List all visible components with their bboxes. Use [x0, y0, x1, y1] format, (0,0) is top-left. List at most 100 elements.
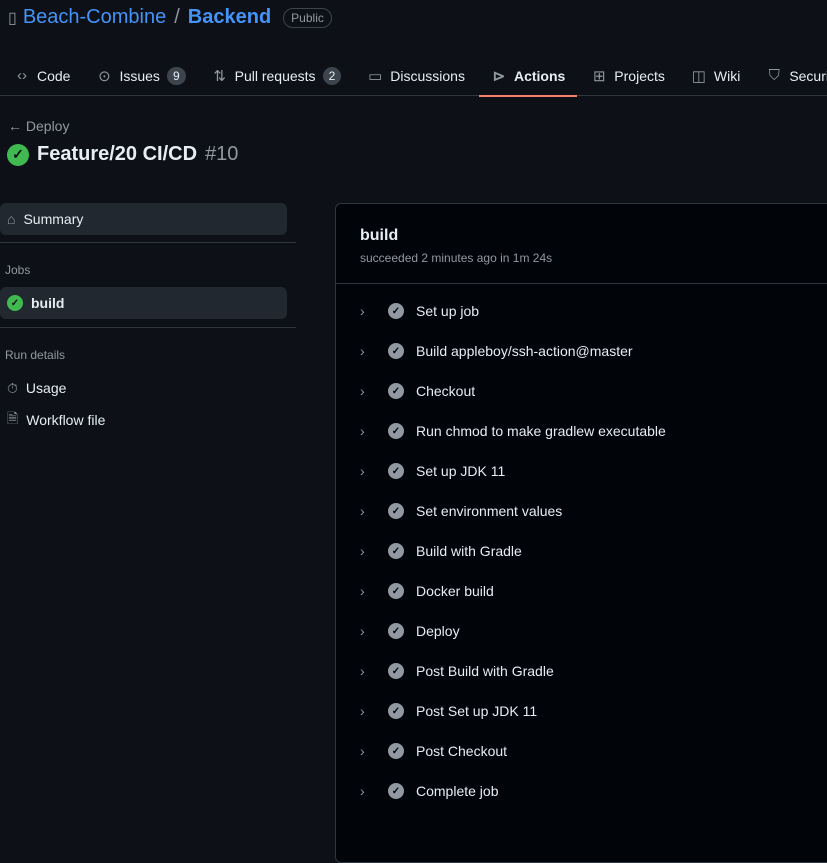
tab-label: Security [789, 67, 827, 84]
chevron-right-icon[interactable]: › [360, 463, 376, 479]
step-success-icon: ✓ [388, 583, 404, 599]
step-row[interactable]: › ✓ Complete job [360, 779, 499, 803]
step-row[interactable]: › ✓ Checkout [360, 379, 475, 403]
tab-discussions[interactable]: ▭ Discussions [353, 56, 477, 96]
job-panel: build succeeded 2 minutes ago in 1m 24s … [335, 203, 827, 863]
step-success-icon: ✓ [388, 623, 404, 639]
step-row[interactable]: › ✓ Run chmod to make gradlew executable [360, 419, 666, 443]
step-name: Post Checkout [416, 743, 508, 759]
step-success-icon: ✓ [388, 543, 404, 559]
chevron-right-icon[interactable]: › [360, 383, 376, 399]
run-number: #10 [205, 143, 239, 165]
step-row[interactable]: › ✓ Set environment values [360, 499, 562, 523]
chevron-right-icon[interactable]: › [360, 783, 376, 799]
tab-pull-requests[interactable]: ⇅ Pull requests 2 [198, 56, 354, 96]
step-success-icon: ✓ [388, 663, 404, 679]
play-icon: ⊳ [492, 67, 506, 85]
step-row[interactable]: › ✓ Build with Gradle [360, 539, 522, 563]
tab-label: Actions [513, 67, 566, 84]
divider [336, 283, 827, 284]
chevron-right-icon[interactable]: › [360, 503, 376, 519]
sidebar-item-usage[interactable]: ⏱ Usage [0, 372, 287, 404]
tab-security[interactable]: ⛉ Security [752, 56, 827, 96]
job-status: succeeded 2 minutes ago in 1m 24s [360, 251, 553, 265]
jobs-heading: Jobs [5, 263, 31, 277]
step-name: Docker build [416, 583, 494, 599]
tab-code[interactable]: ‹› Code [0, 56, 82, 96]
repo-header: ▯ Beach-Combine / Backend Public [8, 6, 332, 29]
repo-owner-link[interactable]: Beach-Combine [23, 6, 166, 29]
step-row[interactable]: › ✓ Set up job [360, 299, 479, 323]
step-row[interactable]: › ✓ Build appleboy/ssh-action@master [360, 339, 633, 363]
book-icon: ◫ [691, 67, 706, 85]
chevron-right-icon[interactable]: › [360, 543, 376, 559]
success-check-icon: ✓ [7, 143, 29, 166]
summary-label: Summary [23, 211, 84, 227]
chevron-right-icon[interactable]: › [360, 743, 376, 759]
tab-label: Wiki [713, 67, 741, 84]
chevron-right-icon[interactable]: › [360, 303, 376, 319]
step-row[interactable]: › ✓ Post Build with Gradle [360, 659, 554, 683]
run-title: ✓ Feature/20 CI/CD #10 [7, 143, 238, 166]
chevron-right-icon[interactable]: › [360, 663, 376, 679]
step-success-icon: ✓ [388, 343, 404, 359]
step-name: Set environment values [416, 503, 563, 519]
sidebar-item-build[interactable]: ✓ build [0, 287, 287, 319]
sidebar-item-summary[interactable]: ⌂ Summary [0, 203, 287, 235]
issue-icon: ⊙ [98, 67, 111, 85]
run-name: Feature/20 CI/CD [37, 143, 198, 165]
back-to-workflow-link[interactable]: ← Deploy [8, 118, 69, 134]
tab-actions[interactable]: ⊳ Actions [477, 56, 578, 97]
chevron-right-icon[interactable]: › [360, 583, 376, 599]
step-name: Complete job [416, 783, 499, 799]
stopwatch-icon: ⏱ [7, 379, 18, 396]
tab-wiki[interactable]: ◫ Wiki [677, 56, 752, 96]
usage-label: Usage [25, 380, 67, 396]
step-name: Build with Gradle [416, 543, 522, 559]
step-success-icon: ✓ [388, 743, 404, 759]
tab-label: Discussions [390, 67, 465, 84]
issues-count: 9 [166, 66, 186, 85]
step-success-icon: ✓ [388, 703, 404, 719]
tab-label: Projects [614, 67, 665, 84]
tab-label: Issues [119, 67, 160, 84]
workflow-name: Deploy [25, 118, 70, 134]
chevron-right-icon[interactable]: › [360, 703, 376, 719]
repo-nav: ‹› Code ⊙ Issues 9 ⇅ Pull requests 2 ▭ Discuss… [0, 56, 827, 97]
pull-request-icon: ⇅ [213, 67, 226, 85]
home-icon: ⌂ [7, 211, 16, 227]
tab-projects[interactable]: ⊞ Projects [577, 56, 677, 96]
success-check-icon: ✓ [7, 295, 23, 311]
run-details-heading: Run details [5, 348, 66, 362]
arrow-left-icon: ← [8, 118, 26, 134]
chevron-right-icon[interactable]: › [360, 423, 376, 439]
step-success-icon: ✓ [388, 383, 404, 399]
step-row[interactable]: › ✓ Post Set up JDK 11 [360, 699, 537, 723]
shield-icon: ⛉ [768, 67, 780, 84]
tab-issues[interactable]: ⊙ Issues 9 [82, 56, 197, 96]
step-row[interactable]: › ✓ Post Checkout [360, 739, 507, 763]
chevron-right-icon[interactable]: › [360, 623, 376, 639]
tab-label: Pull requests [234, 67, 316, 84]
pull-requests-count: 2 [322, 66, 342, 85]
chevron-right-icon[interactable]: › [360, 343, 376, 359]
tab-label: Code [37, 67, 71, 84]
step-success-icon: ✓ [388, 783, 404, 799]
step-row[interactable]: › ✓ Set up JDK 11 [360, 459, 505, 483]
step-name: Set up job [416, 303, 480, 319]
step-name: Deploy [416, 623, 460, 639]
table-icon: ⊞ [593, 67, 606, 85]
sidebar-item-workflow-file[interactable]: 🗎 Workflow file [0, 404, 287, 436]
step-row[interactable]: › ✓ Docker build [360, 579, 494, 603]
job-title: build [360, 227, 399, 244]
step-name: Set up JDK 11 [416, 463, 506, 479]
step-success-icon: ✓ [388, 303, 404, 319]
step-name: Build appleboy/ssh-action@master [416, 343, 633, 359]
step-row[interactable]: › ✓ Deploy [360, 619, 460, 643]
repo-name-link[interactable]: Backend [188, 6, 271, 29]
divider [0, 327, 296, 328]
workflow-file-label: Workflow file [26, 412, 106, 428]
step-success-icon: ✓ [388, 503, 404, 519]
step-name: Run chmod to make gradlew executable [416, 423, 666, 439]
repo-separator: / [174, 6, 180, 28]
